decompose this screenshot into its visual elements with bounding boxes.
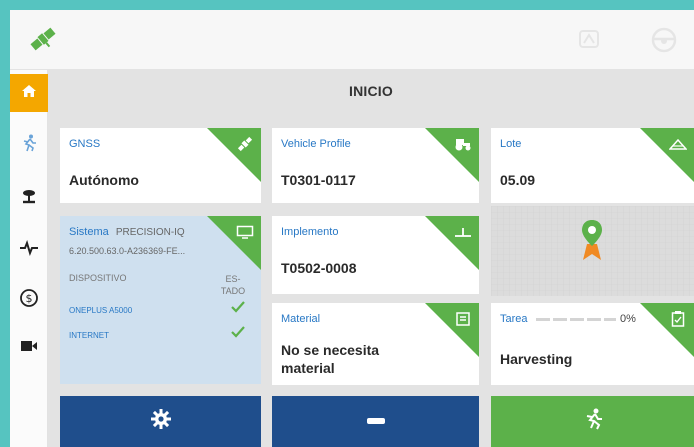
gps-antenna-icon (20, 187, 38, 212)
runner-icon (582, 407, 604, 436)
sistema-row-device: ONEPLUS A5000 (69, 306, 133, 315)
sistema-brand: PRECISION-IQ (115, 227, 185, 238)
sistema-card[interactable]: Sistema PRECISION-IQ 6.20.500.63.0-A2363… (60, 216, 261, 384)
material-label: Material (281, 313, 321, 325)
top-bar (10, 10, 694, 70)
sidebar: $ (10, 70, 48, 447)
material-value-line1: No se necesita (281, 342, 380, 358)
svg-text:$: $ (26, 292, 33, 305)
vehicle-profile-card[interactable]: Vehicle Profile T0301-0117 (272, 128, 479, 203)
material-icon (453, 309, 473, 329)
sidebar-item-gps[interactable] (10, 180, 48, 218)
location-pin-icon (579, 218, 605, 267)
vehicle-profile-label: Vehicle Profile (281, 138, 351, 150)
satellite-icon (235, 134, 255, 154)
implemento-value: T0502-0008 (281, 260, 357, 276)
material-value-line2: material (281, 360, 335, 376)
clipboard-icon (668, 309, 688, 329)
sidebar-item-finance[interactable]: $ (10, 281, 48, 319)
gnss-card[interactable]: GNSS Autónomo (60, 128, 261, 203)
tarea-value: Harvesting (500, 351, 573, 367)
pulse-icon (19, 239, 39, 261)
lote-map[interactable] (491, 206, 694, 296)
lote-value: 05.09 (500, 172, 536, 188)
home-icon (21, 83, 37, 104)
implemento-label: Implemento (281, 226, 339, 238)
implement-icon (453, 222, 473, 242)
minus-icon (365, 413, 387, 431)
dollar-icon: $ (19, 288, 39, 313)
minimize-button[interactable] (272, 396, 479, 447)
tarea-card[interactable]: Tarea 0% Harvesting (491, 303, 694, 385)
sidebar-item-guidance[interactable] (10, 126, 48, 164)
sistema-label: Sistema (69, 226, 109, 238)
field-icon (668, 134, 688, 154)
page-title: INICIO (349, 83, 393, 99)
settings-button[interactable] (60, 396, 261, 447)
sistema-version: 6.20.500.63.0-A236369-FE... (69, 246, 186, 256)
tractor-icon (453, 134, 473, 154)
gnss-value: Autónomo (69, 172, 139, 188)
sistema-col-status-2: TADO (220, 286, 246, 296)
app-screen: $ INICIO GNSS Autónomo Vehicle Profile T… (10, 10, 694, 447)
implemento-card[interactable]: Implemento T0502-0008 (272, 216, 479, 294)
tarea-progress-text: 0% (620, 313, 636, 325)
sistema-row-internet: INTERNET (69, 331, 109, 340)
sidebar-item-camera[interactable] (10, 329, 48, 367)
tarea-progress-bar (536, 318, 616, 321)
gnss-label: GNSS (69, 138, 101, 150)
main-content: INICIO GNSS Autónomo Vehicle Profile T03… (48, 70, 694, 447)
satellite-icon[interactable] (26, 22, 60, 61)
check-icon (230, 300, 246, 319)
check-icon (230, 325, 246, 344)
sistema-col-device: DISPOSITIVO (69, 273, 127, 283)
monitor-icon (235, 222, 255, 242)
gear-icon (150, 408, 172, 435)
sistema-col-status-1: ES- (225, 274, 241, 284)
lote-card[interactable]: Lote 05.09 (491, 128, 694, 203)
camera-icon (20, 339, 38, 358)
sidebar-item-home[interactable] (10, 74, 48, 112)
steering-wheel-icon[interactable] (650, 26, 678, 59)
vehicle-profile-value: T0301-0117 (281, 172, 356, 188)
tarea-label: Tarea (500, 313, 528, 325)
lote-label: Lote (500, 138, 522, 150)
sidebar-item-diagnostics[interactable] (10, 231, 48, 269)
run-guidance-button[interactable] (491, 396, 694, 447)
guidance-runner-icon (19, 133, 39, 158)
material-card[interactable]: Material No se necesita material (272, 303, 479, 385)
steering-icon[interactable] (576, 26, 602, 57)
